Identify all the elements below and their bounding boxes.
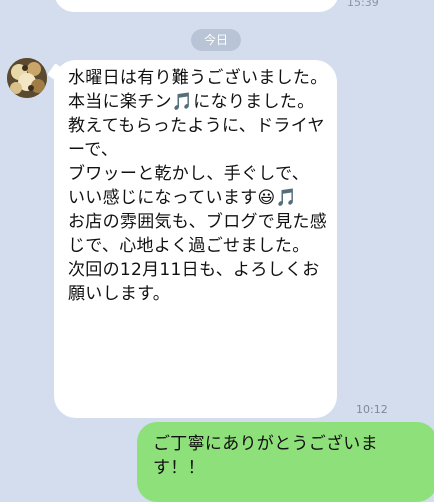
- outgoing-message-text: ご丁寧にありがとうございます！！: [153, 434, 378, 478]
- previous-message-time: 15:39: [347, 0, 379, 9]
- incoming-message-text: 水曜日は有り難うございました。 本当に楽チン🎵になりました。 教えてもらったよう…: [68, 68, 328, 304]
- date-divider: 今日: [191, 29, 241, 51]
- previous-message-bubble: [54, 0, 339, 12]
- sender-avatar[interactable]: [7, 58, 47, 98]
- incoming-message-time: 10:12: [356, 403, 388, 416]
